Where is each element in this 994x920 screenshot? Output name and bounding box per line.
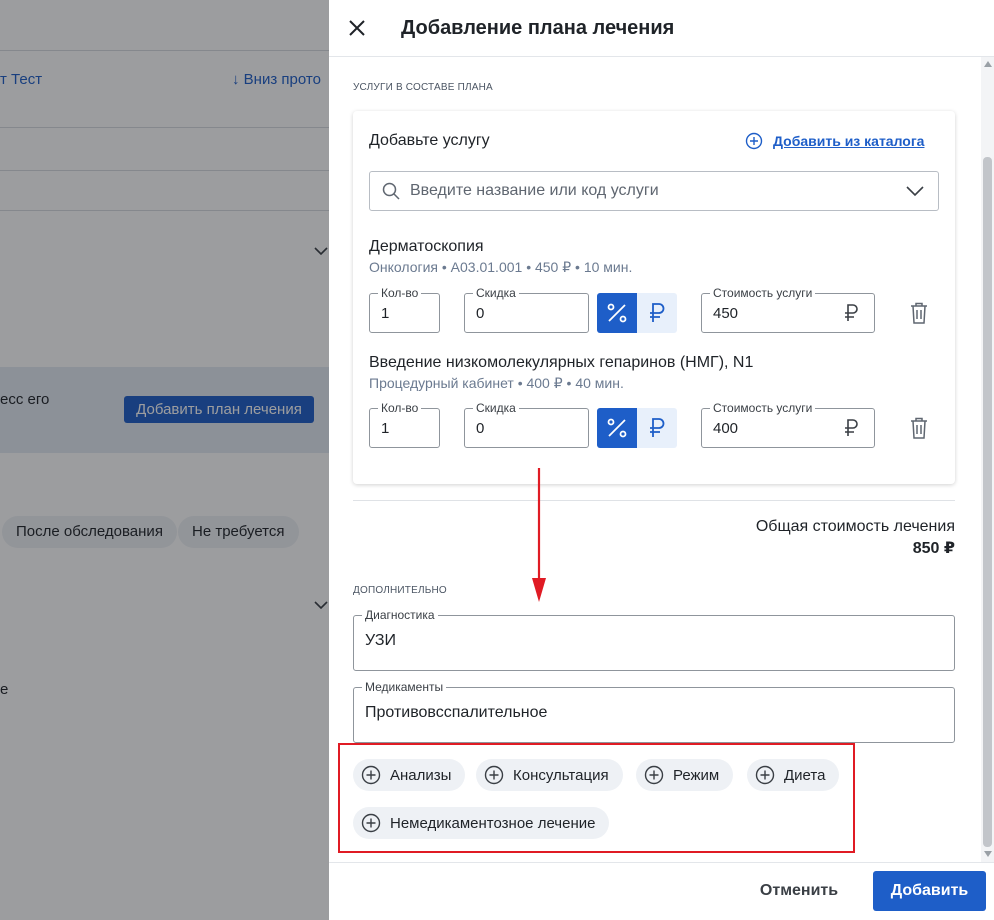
ruble-icon — [650, 418, 665, 437]
scroll-down-icon[interactable] — [984, 851, 992, 857]
medications-value: Противовсспалительное — [365, 704, 548, 721]
service-cost-field[interactable]: Стоимость услуги 450 — [701, 286, 875, 333]
services-section-label: Услуги в составе плана — [353, 82, 493, 93]
section-divider — [353, 500, 955, 501]
add-button[interactable]: Добавить — [873, 871, 986, 911]
extra-section-label: Дополнительно — [353, 585, 447, 596]
catalog-link-label: Добавить из каталога — [773, 133, 925, 149]
service-cost-label: Стоимость услуги — [710, 401, 816, 415]
close-icon[interactable] — [345, 16, 369, 40]
plus-circle-icon — [745, 132, 763, 150]
discount-ruble-toggle[interactable] — [637, 293, 677, 333]
quantity-value: 1 — [381, 305, 390, 322]
service-name: Введение низкомолекулярных гепаринов (НМ… — [369, 354, 754, 371]
add-from-catalog-link[interactable]: Добавить из каталога — [745, 132, 924, 150]
discount-label: Скидка — [473, 286, 519, 300]
service-search-input[interactable] — [410, 182, 880, 200]
discount-field[interactable]: Скидка 0 — [464, 286, 589, 333]
services-card: Добавьте услугу Добавить из каталога Дер… — [353, 111, 955, 484]
discount-percent-toggle[interactable] — [597, 293, 637, 333]
quantity-value: 1 — [381, 420, 390, 437]
scrollbar-thumb[interactable] — [983, 157, 992, 847]
drawer-header: Добавление плана лечения — [329, 0, 994, 57]
diagnostics-value: УЗИ — [365, 632, 396, 649]
total-cost-value: 850 ₽ — [912, 540, 955, 557]
service-cost-field[interactable]: Стоимость услуги 400 — [701, 401, 875, 448]
service-search[interactable] — [369, 171, 939, 211]
service-meta: Процедурный кабинет • 400 ₽ • 40 мин. — [369, 375, 624, 391]
search-icon — [382, 182, 400, 200]
percent-icon — [607, 303, 627, 323]
service-cost-value: 450 — [713, 305, 739, 322]
service-cost-value: 400 — [713, 420, 739, 437]
card-heading: Добавьте услугу — [369, 132, 490, 149]
cancel-button[interactable]: Отменить — [741, 871, 857, 911]
treatment-plan-drawer: Добавление плана лечения Услуги в состав… — [329, 0, 994, 920]
medications-label: Медикаменты — [362, 680, 447, 694]
scroll-up-icon[interactable] — [984, 61, 992, 67]
annotation-highlight-box — [338, 743, 855, 853]
medications-field[interactable]: Медикаменты Противовсспалительное — [353, 680, 955, 743]
discount-percent-toggle[interactable] — [597, 408, 637, 448]
diagnostics-field[interactable]: Диагностика УЗИ — [353, 608, 955, 671]
discount-value: 0 — [476, 420, 485, 437]
diagnostics-label: Диагностика — [362, 608, 438, 622]
quantity-field[interactable]: Кол-во 1 — [369, 286, 440, 333]
total-cost-label: Общая стоимость лечения — [755, 518, 955, 535]
drawer-title: Добавление плана лечения — [401, 17, 675, 39]
service-cost-label: Стоимость услуги — [710, 286, 816, 300]
service-meta: Онкология • А03.01.001 • 450 ₽ • 10 мин. — [369, 259, 633, 275]
discount-label: Скидка — [473, 401, 519, 415]
quantity-label: Кол-во — [378, 401, 422, 415]
percent-icon — [607, 418, 627, 438]
annotation-arrow-icon — [532, 468, 546, 602]
quantity-label: Кол-во — [378, 286, 422, 300]
discount-field[interactable]: Скидка 0 — [464, 401, 589, 448]
discount-ruble-toggle[interactable] — [637, 408, 677, 448]
drawer-footer: Отменить Добавить — [329, 862, 994, 920]
ruble-icon — [845, 419, 858, 436]
discount-value: 0 — [476, 305, 485, 322]
ruble-icon — [845, 304, 858, 321]
ruble-icon — [650, 303, 665, 322]
quantity-field[interactable]: Кол-во 1 — [369, 401, 440, 448]
trash-icon[interactable] — [910, 417, 928, 439]
service-name: Дерматоскопия — [369, 238, 484, 255]
chevron-down-icon[interactable] — [906, 184, 924, 198]
trash-icon[interactable] — [910, 302, 928, 324]
